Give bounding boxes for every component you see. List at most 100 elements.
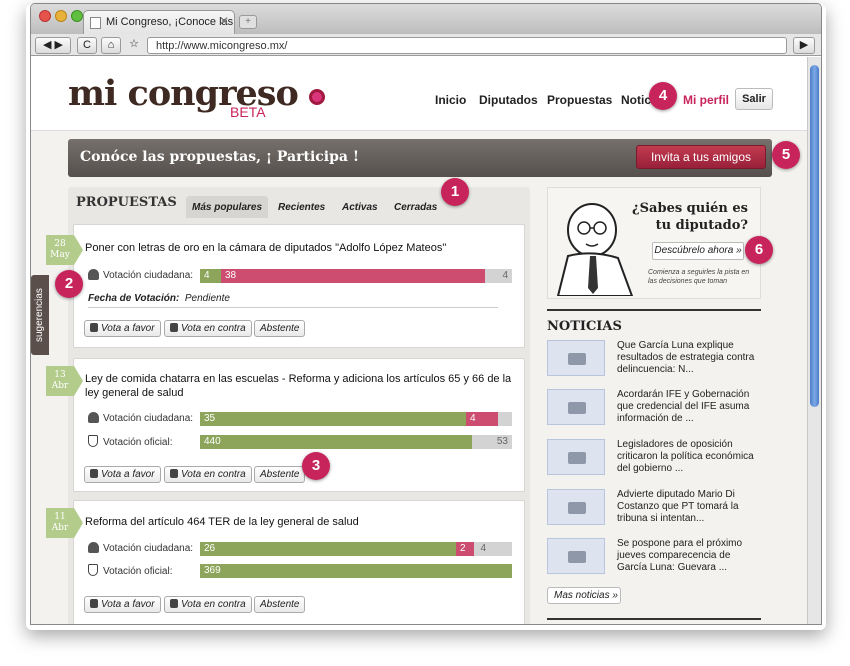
propuesta-card: Poner con letras de oro en la cámara de … <box>73 224 525 348</box>
vota-en-contra-button[interactable]: Vota en contra <box>164 466 252 483</box>
vota-en-contra-button[interactable]: Vota en contra <box>164 596 252 613</box>
tab-activas[interactable]: Activas <box>336 196 384 218</box>
votacion-ciudadana-label: Votación ciudadana: <box>103 543 194 554</box>
news-headline[interactable]: Que García Luna explique resultados de e… <box>617 340 761 376</box>
abstente-button[interactable]: Abstente <box>254 596 306 613</box>
callout-5: 5 <box>772 141 800 169</box>
vota-a-favor-button[interactable]: Vota a favor <box>84 466 161 483</box>
photo-placeholder <box>547 489 605 525</box>
reload-button[interactable]: C <box>77 37 97 54</box>
site-header: mi congreso BETA Inicio Diputados Propue… <box>31 57 809 131</box>
zoom-window-icon[interactable] <box>71 10 83 22</box>
tab-mas-populares[interactable]: Más populares <box>186 196 269 218</box>
tab-recientes[interactable]: Recientes <box>272 196 331 218</box>
people-icon <box>88 269 99 280</box>
date-tag: 11 Abr <box>46 508 83 538</box>
abstente-button[interactable]: Abstente <box>254 320 306 337</box>
people-icon <box>88 542 99 553</box>
button-label: Vota en contra <box>181 469 246 480</box>
sugerencias-tab[interactable]: sugerencias <box>31 275 49 355</box>
vota-a-favor-button[interactable]: Vota a favor <box>84 596 161 613</box>
news-item[interactable]: Acordarán IFE y Gobernación que credenci… <box>547 389 761 433</box>
news-item[interactable]: Que García Luna explique resultados de e… <box>547 340 761 384</box>
salir-button[interactable]: Salir <box>735 88 773 110</box>
news-item[interactable]: Se pospone para el próximo jueves compar… <box>547 538 761 582</box>
votacion-ciudadana-label: Votación ciudadana: <box>103 270 194 281</box>
callout-4: 4 <box>649 82 677 110</box>
bookmark-star-icon[interactable]: ☆ <box>125 37 143 54</box>
propuestas-panel: PROPUESTAS Más populares Recientes Activ… <box>68 187 530 624</box>
callout-2: 2 <box>55 270 83 298</box>
tab-cerradas[interactable]: Cerradas <box>388 196 443 218</box>
descubrelo-button[interactable]: Descúbrelo ahora » <box>652 242 744 260</box>
news-item[interactable]: Legisladores de oposición criticaron la … <box>547 439 761 483</box>
camera-icon <box>568 502 586 514</box>
beta-badge: BETA <box>230 104 266 120</box>
thumbs-down-icon <box>170 323 178 332</box>
news-headline[interactable]: Advierte diputado Mario Di Costanzo que … <box>617 489 761 525</box>
new-tab-button[interactable]: + <box>239 15 257 29</box>
nav-propuestas[interactable]: Propuestas <box>547 93 612 107</box>
banner-text: Conóce las propuestas, ¡ Participa ! <box>80 149 360 165</box>
forward-icon[interactable]: ▶ <box>55 39 63 51</box>
abstente-button[interactable]: Abstente <box>254 466 306 483</box>
propuesta-title[interactable]: Poner con letras de oro en la cámara de … <box>85 241 515 255</box>
favor-segment: 440 <box>200 435 472 449</box>
contra-segment: 4 <box>466 412 498 426</box>
propuesta-card: Reforma del artículo 464 TER de la ley g… <box>73 500 525 624</box>
favor-segment: 35 <box>200 412 466 426</box>
minimize-window-icon[interactable] <box>55 10 67 22</box>
invite-friends-button[interactable]: Invita a tus amigos <box>636 145 766 169</box>
cartoon-man-illustration <box>556 203 634 296</box>
nav-inicio[interactable]: Inicio <box>435 93 466 107</box>
camera-icon <box>568 353 586 365</box>
close-window-icon[interactable] <box>39 10 51 22</box>
vota-en-contra-button[interactable]: Vota en contra <box>164 320 252 337</box>
button-label: Vota a favor <box>101 469 155 480</box>
photo-placeholder <box>547 340 605 376</box>
go-button[interactable]: ▶ <box>793 37 815 54</box>
button-label: Vota en contra <box>181 323 246 334</box>
date-tag: 28 May <box>46 235 83 265</box>
mas-noticias-button[interactable]: Mas noticias » <box>547 587 621 604</box>
tab-title: Mi Congreso, ¡Conoce las pr <box>106 16 235 28</box>
votacion-ciudadana-bar: 35 4 <box>200 412 512 426</box>
propuestas-heading: PROPUESTAS <box>76 195 177 210</box>
back-forward-buttons[interactable]: ◀ ▶ <box>35 37 71 54</box>
photo-placeholder <box>547 538 605 574</box>
divider <box>88 307 498 308</box>
logo-mark-icon <box>309 89 325 105</box>
tab-close-icon[interactable]: ✕ <box>219 14 229 28</box>
vota-a-favor-button[interactable]: Vota a favor <box>84 320 161 337</box>
browser-tab[interactable]: Mi Congreso, ¡Conoce las pr ✕ <box>83 10 235 34</box>
button-label: Vota en contra <box>181 599 246 610</box>
abstencion-value: 4 <box>502 270 508 281</box>
url-bar[interactable]: http://www.micongreso.mx/ <box>147 37 787 54</box>
propuesta-card: Ley de comida chatarra en las escuelas -… <box>73 358 525 492</box>
news-headline[interactable]: Acordarán IFE y Gobernación que credenci… <box>617 389 761 425</box>
shield-icon <box>88 564 98 576</box>
news-item[interactable]: Advierte diputado Mario Di Costanzo que … <box>547 489 761 533</box>
contra-segment: 38 <box>221 269 485 283</box>
browser-window: Mi Congreso, ¡Conoce las pr ✕ + ◀ ▶ C ⌂ … <box>30 3 822 625</box>
nav-diputados[interactable]: Diputados <box>479 93 538 107</box>
abstencion-value: 4 <box>480 543 486 554</box>
scrollbar[interactable] <box>807 57 821 624</box>
nav-noticias[interactable]: Notic <box>621 93 651 107</box>
news-headline[interactable]: Legisladores de oposición criticaron la … <box>617 439 761 475</box>
date-tag: 13 Abr <box>46 366 83 396</box>
button-label: Vota a favor <box>101 323 155 334</box>
mi-perfil-link[interactable]: Mi perfil <box>683 93 729 107</box>
abstencion-value: 53 <box>496 436 508 447</box>
contra-segment: 2 <box>456 542 474 556</box>
home-button[interactable]: ⌂ <box>101 37 121 54</box>
browser-toolbar: ◀ ▶ C ⌂ ☆ http://www.micongreso.mx/ ▶ <box>31 34 821 56</box>
back-icon[interactable]: ◀ <box>43 39 51 51</box>
propuesta-title[interactable]: Reforma del artículo 464 TER de la ley g… <box>85 515 519 529</box>
noticias-heading: NOTICIAS <box>547 309 761 334</box>
propuesta-title[interactable]: Ley de comida chatarra en las escuelas -… <box>85 372 519 400</box>
camera-icon <box>568 551 586 563</box>
news-headline[interactable]: Se pospone para el próximo jueves compar… <box>617 538 761 574</box>
scrollbar-thumb[interactable] <box>810 65 819 407</box>
ad-subtext: Comienza a seguirles la pista en las dec… <box>648 269 750 285</box>
